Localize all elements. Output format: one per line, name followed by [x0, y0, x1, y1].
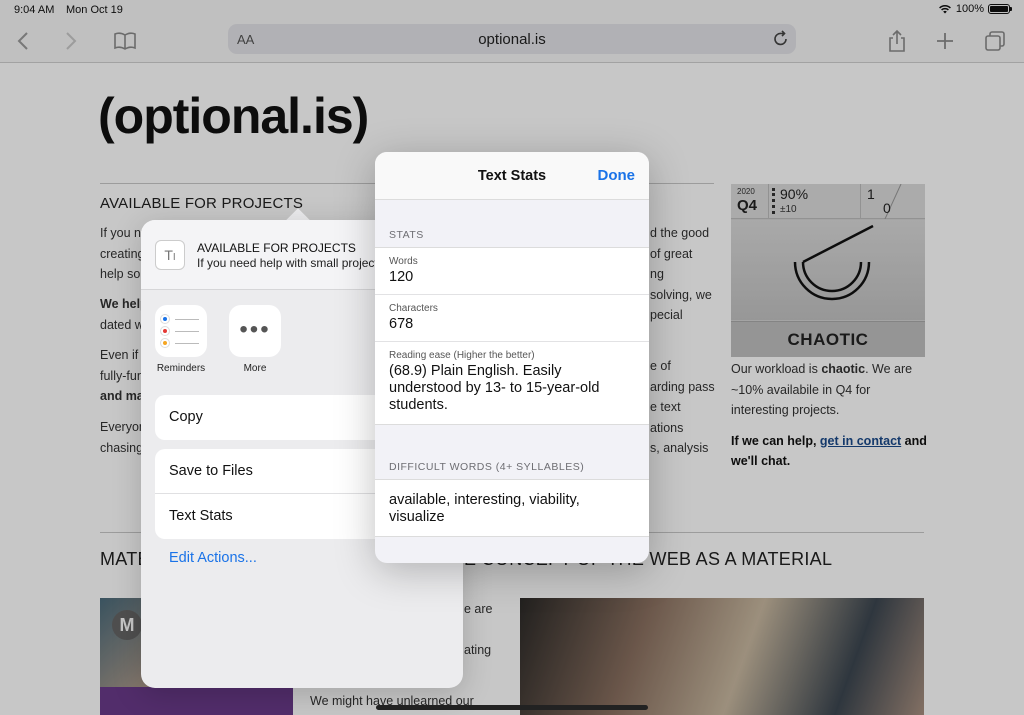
modal-header: Text Stats Done — [375, 152, 649, 200]
reminder-dot — [161, 327, 169, 335]
characters-value: 678 — [389, 316, 414, 332]
reminder-dot — [161, 339, 169, 347]
reminders-app[interactable]: Reminders — [155, 305, 207, 374]
stats-section-label: STATS — [389, 229, 424, 241]
share-title: AVAILABLE FOR PROJECTS — [197, 241, 356, 255]
ellipsis-icon: ••• — [239, 316, 271, 343]
difficult-words-group: available, interesting, viability, visua… — [375, 479, 649, 537]
difficult-words-label: DIFFICULT WORDS (4+ SYLLABLES) — [389, 461, 585, 473]
more-label: More — [243, 363, 267, 374]
reading-ease-value: (68.9) Plain English. Easily understood … — [389, 363, 600, 413]
home-indicator[interactable] — [376, 705, 648, 710]
characters-label: Characters — [389, 303, 438, 314]
reminder-line — [175, 343, 199, 344]
words-cell: Words 120 — [375, 248, 649, 295]
reading-ease-label: Reading ease (Higher the better) — [389, 350, 535, 361]
stats-group: Words 120 Characters 678 Reading ease (H… — [375, 247, 649, 425]
reminder-dot — [161, 315, 169, 323]
words-value: 120 — [389, 269, 414, 285]
text-document-icon: TI — [155, 240, 185, 270]
reading-ease-cell: Reading ease (Higher the better) (68.9) … — [375, 342, 649, 424]
edit-actions-link[interactable]: Edit Actions... — [169, 550, 257, 566]
reminders-icon[interactable] — [155, 305, 207, 357]
reminder-line — [175, 319, 199, 320]
difficult-words-value: available, interesting, viability, visua… — [389, 492, 580, 525]
more-icon[interactable]: ••• — [229, 305, 281, 357]
difficult-words-cell: available, interesting, viability, visua… — [375, 480, 649, 536]
reminders-label: Reminders — [156, 363, 206, 374]
reminder-line — [175, 331, 199, 332]
text-stats-modal: Text Stats Done STATS Words 120 Characte… — [375, 152, 649, 563]
share-subtitle: If you need help with small projects — [197, 256, 384, 270]
more-apps[interactable]: ••• More — [229, 305, 281, 374]
words-label: Words — [389, 256, 418, 267]
done-button[interactable]: Done — [598, 167, 636, 184]
characters-cell: Characters 678 — [375, 295, 649, 342]
